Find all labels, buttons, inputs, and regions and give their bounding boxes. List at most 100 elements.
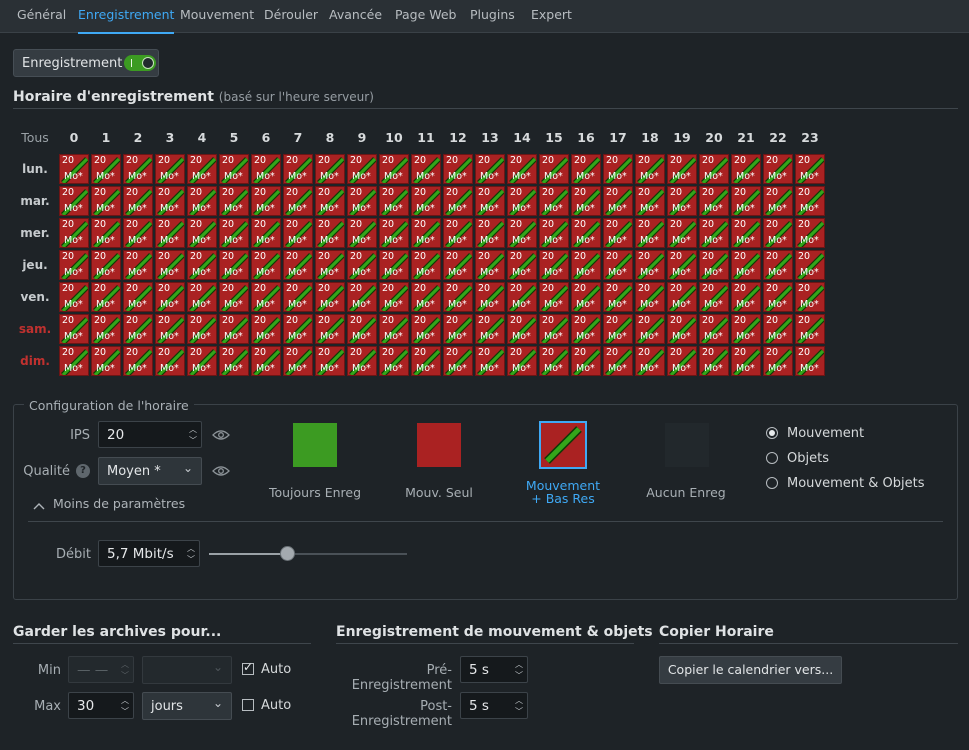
hour-header[interactable]: 18: [634, 130, 666, 145]
archive-max-unit-select[interactable]: jours ⌄: [142, 692, 232, 720]
schedule-cell[interactable]: 20 Mo*: [539, 282, 569, 312]
spin-up-icon[interactable]: ︿: [189, 426, 197, 434]
schedule-cell[interactable]: 20 Mo*: [731, 314, 761, 344]
hour-header[interactable]: 19: [666, 130, 698, 145]
schedule-cell[interactable]: 20 Mo*: [795, 186, 825, 216]
archive-min-auto-checkbox[interactable]: [242, 660, 254, 675]
tab-expert[interactable]: Expert: [531, 0, 572, 32]
hour-header[interactable]: 8: [314, 130, 346, 145]
hour-header[interactable]: 14: [506, 130, 538, 145]
schedule-cell[interactable]: 20 Mo*: [539, 346, 569, 376]
schedule-cell[interactable]: 20 Mo*: [571, 314, 601, 344]
schedule-cell[interactable]: 20 Mo*: [187, 218, 217, 248]
select-all-header[interactable]: Tous: [13, 130, 57, 145]
schedule-cell[interactable]: 20 Mo*: [155, 154, 185, 184]
schedule-cell[interactable]: 20 Mo*: [411, 282, 441, 312]
fps-spinbox[interactable]: 20 ︿ ﹀: [98, 421, 202, 448]
schedule-cell[interactable]: 20 Mo*: [379, 250, 409, 280]
radio-motion[interactable]: [766, 427, 778, 439]
schedule-cell[interactable]: 20 Mo*: [347, 154, 377, 184]
schedule-cell[interactable]: 20 Mo*: [603, 250, 633, 280]
schedule-cell[interactable]: 20 Mo*: [475, 218, 505, 248]
schedule-cell[interactable]: 20 Mo*: [347, 186, 377, 216]
schedule-cell[interactable]: 20 Mo*: [571, 346, 601, 376]
schedule-cell[interactable]: 20 Mo*: [219, 282, 249, 312]
spin-up-icon[interactable]: ︿: [515, 697, 523, 705]
day-label[interactable]: mar.: [13, 194, 57, 208]
spin-down-icon[interactable]: ﹀: [515, 672, 523, 680]
schedule-cell[interactable]: 20 Mo*: [507, 250, 537, 280]
schedule-cell[interactable]: 20 Mo*: [91, 218, 121, 248]
schedule-cell[interactable]: 20 Mo*: [763, 154, 793, 184]
schedule-cell[interactable]: 20 Mo*: [539, 218, 569, 248]
schedule-cell[interactable]: 20 Mo*: [603, 154, 633, 184]
schedule-cell[interactable]: 20 Mo*: [283, 314, 313, 344]
schedule-cell[interactable]: 20 Mo*: [763, 250, 793, 280]
schedule-cell[interactable]: 20 Mo*: [635, 186, 665, 216]
schedule-cell[interactable]: 20 Mo*: [699, 186, 729, 216]
spin-down-icon[interactable]: ﹀: [121, 708, 129, 716]
schedule-cell[interactable]: 20 Mo*: [443, 154, 473, 184]
schedule-cell[interactable]: 20 Mo*: [763, 282, 793, 312]
schedule-cell[interactable]: 20 Mo*: [219, 314, 249, 344]
schedule-cell[interactable]: 20 Mo*: [379, 314, 409, 344]
schedule-cell[interactable]: 20 Mo*: [507, 314, 537, 344]
schedule-cell[interactable]: 20 Mo*: [731, 346, 761, 376]
schedule-cell[interactable]: 20 Mo*: [59, 218, 89, 248]
radio-motion-objects-label[interactable]: Mouvement & Objets: [787, 476, 924, 491]
schedule-cell[interactable]: 20 Mo*: [347, 250, 377, 280]
schedule-cell[interactable]: 20 Mo*: [283, 250, 313, 280]
bitrate-spinbox[interactable]: 5,7 Mbit/s ︿ ﹀: [98, 540, 200, 567]
mode-motion-swatch[interactable]: [417, 423, 461, 467]
eye-icon[interactable]: [212, 429, 230, 441]
hour-header[interactable]: 16: [570, 130, 602, 145]
schedule-cell[interactable]: 20 Mo*: [731, 154, 761, 184]
day-label[interactable]: mer.: [13, 226, 57, 240]
day-label[interactable]: dim.: [13, 354, 57, 368]
hour-header[interactable]: 13: [474, 130, 506, 145]
day-label[interactable]: ven.: [13, 290, 57, 304]
schedule-cell[interactable]: 20 Mo*: [699, 250, 729, 280]
schedule-cell[interactable]: 20 Mo*: [603, 218, 633, 248]
schedule-cell[interactable]: 20 Mo*: [667, 346, 697, 376]
schedule-cell[interactable]: 20 Mo*: [731, 186, 761, 216]
schedule-cell[interactable]: 20 Mo*: [187, 186, 217, 216]
schedule-cell[interactable]: 20 Mo*: [155, 314, 185, 344]
schedule-cell[interactable]: 20 Mo*: [411, 346, 441, 376]
hour-header[interactable]: 20: [698, 130, 730, 145]
schedule-cell[interactable]: 20 Mo*: [347, 282, 377, 312]
schedule-cell[interactable]: 20 Mo*: [795, 346, 825, 376]
pre-recording-spinbox[interactable]: 5 s ︿ ﹀: [460, 656, 528, 683]
schedule-cell[interactable]: 20 Mo*: [187, 314, 217, 344]
tab-web-page[interactable]: Page Web: [395, 0, 457, 32]
hour-header[interactable]: 12: [442, 130, 474, 145]
schedule-cell[interactable]: 20 Mo*: [699, 154, 729, 184]
schedule-cell[interactable]: 20 Mo*: [507, 346, 537, 376]
hour-header[interactable]: 6: [250, 130, 282, 145]
schedule-cell[interactable]: 20 Mo*: [187, 250, 217, 280]
bitrate-slider-handle[interactable]: [280, 546, 295, 561]
schedule-cell[interactable]: 20 Mo*: [187, 346, 217, 376]
schedule-cell[interactable]: 20 Mo*: [155, 346, 185, 376]
hour-header[interactable]: 17: [602, 130, 634, 145]
schedule-cell[interactable]: 20 Mo*: [411, 154, 441, 184]
schedule-cell[interactable]: 20 Mo*: [283, 186, 313, 216]
schedule-cell[interactable]: 20 Mo*: [539, 154, 569, 184]
archive-max-spinbox[interactable]: 30 ︿ ﹀: [68, 692, 134, 719]
schedule-cell[interactable]: 20 Mo*: [59, 314, 89, 344]
radio-motion-label[interactable]: Mouvement: [787, 426, 864, 441]
schedule-cell[interactable]: 20 Mo*: [91, 154, 121, 184]
recording-switch[interactable]: [124, 55, 156, 71]
schedule-cell[interactable]: 20 Mo*: [59, 154, 89, 184]
schedule-cell[interactable]: 20 Mo*: [155, 186, 185, 216]
recording-toggle-button[interactable]: Enregistrement: [13, 49, 159, 77]
schedule-cell[interactable]: 20 Mo*: [283, 218, 313, 248]
schedule-cell[interactable]: 20 Mo*: [603, 282, 633, 312]
schedule-cell[interactable]: 20 Mo*: [59, 186, 89, 216]
spin-down-icon[interactable]: ﹀: [189, 437, 197, 445]
schedule-cell[interactable]: 20 Mo*: [91, 282, 121, 312]
schedule-cell[interactable]: 20 Mo*: [123, 346, 153, 376]
schedule-cell[interactable]: 20 Mo*: [635, 346, 665, 376]
schedule-cell[interactable]: 20 Mo*: [379, 218, 409, 248]
schedule-cell[interactable]: 20 Mo*: [475, 186, 505, 216]
